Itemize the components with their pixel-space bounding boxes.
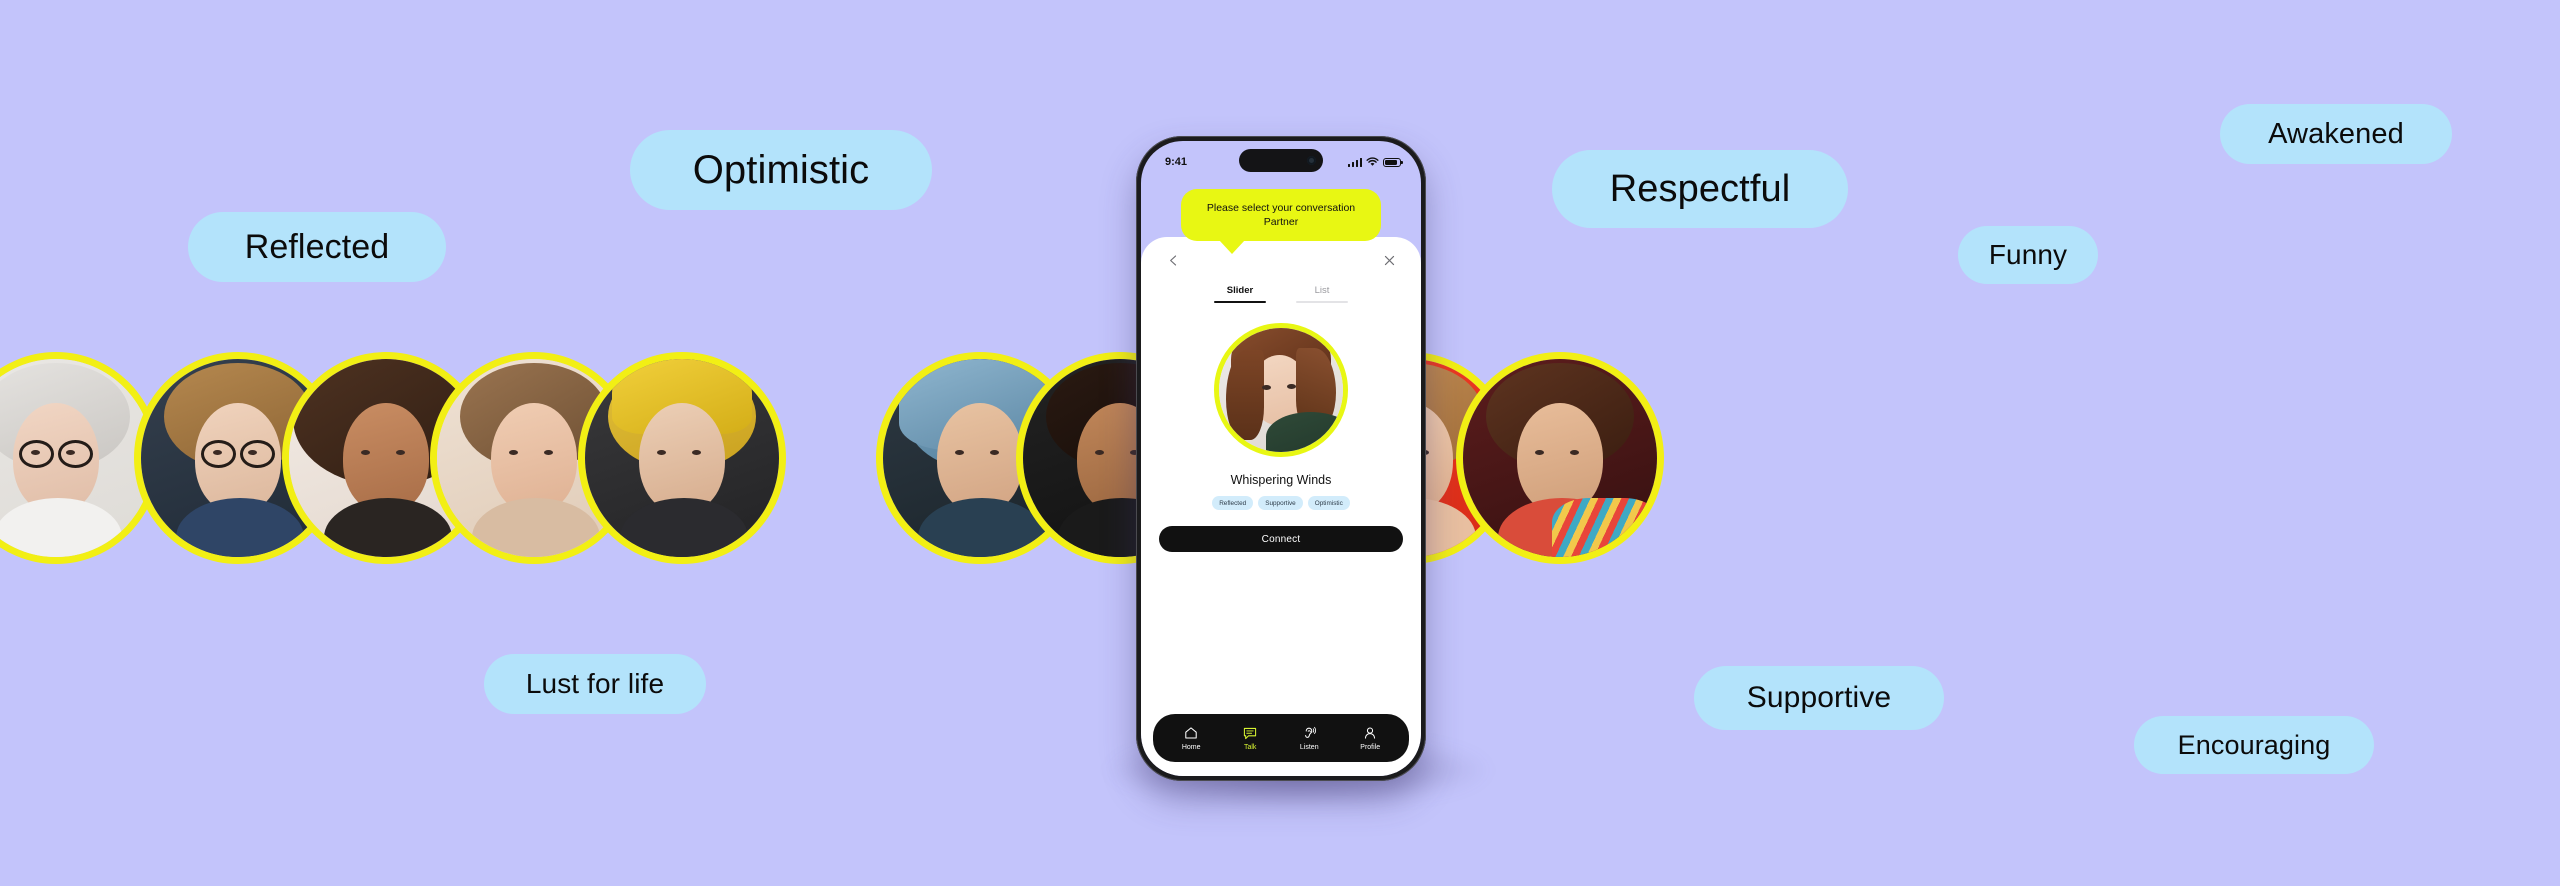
hero-scene: Reflected Optimistic Respectful Awakened Fun… [0,0,2560,886]
home-icon [1185,727,1197,739]
trait-pill-reflected: Reflected [188,212,446,282]
phone-screen: 9:41 Please select your conversation Par [1141,141,1421,776]
trait-pill-optimistic: Optimistic [630,130,932,210]
avatar-photo [1463,359,1657,557]
nav-item-talk[interactable]: Talk [1242,725,1258,751]
selection-sheet: Slider List Whispering Winds Reflected S… [1141,237,1421,776]
partner-chip-reflected: Reflected [1212,496,1254,510]
phone-device: 9:41 Please select your conversation Par [1136,136,1426,781]
sheet-header [1155,237,1407,283]
tooltip-bubble: Please select your conversation Partner [1181,189,1381,255]
carousel-avatar-10[interactable] [1456,352,1664,564]
partner-chip-supportive: Supportive [1258,496,1303,510]
nav-listen-label: Listen [1299,744,1319,751]
wifi-icon [1366,157,1379,166]
nav-profile-label: Profile [1360,744,1381,751]
tab-list-underline [1296,301,1348,303]
bottom-navigation[interactable]: Home Talk Listen Profile [1153,714,1409,762]
partner-trait-chips: Reflected Supportive Optimistic [1155,496,1407,510]
partner-chip-optimistic: Optimistic [1307,496,1350,510]
trait-pill-encouraging: Encouraging [2134,716,2374,774]
avatar-photo [0,359,153,557]
selected-partner-avatar[interactable] [1214,323,1348,457]
signal-bars-icon [1347,157,1362,167]
status-time: 9:41 [1165,156,1188,168]
tab-list[interactable]: List [1296,285,1348,303]
tab-slider[interactable]: Slider [1214,285,1266,303]
battery-icon [1383,157,1403,167]
trait-pill-funny: Funny [1958,226,2098,284]
nav-home-label: Home [1181,744,1201,751]
avatar-photo [585,359,779,557]
front-camera-icon [1307,156,1316,165]
partner-photo [1219,328,1343,452]
tab-slider-underline [1214,301,1266,303]
connect-button[interactable]: Connect [1159,526,1403,552]
nav-item-profile[interactable]: Profile [1360,725,1380,751]
tooltip-text: Please select your conversation Partner [1206,202,1356,229]
trait-pill-respectful: Respectful [1552,150,1848,228]
tab-slider-label: Slider [1226,285,1254,296]
view-mode-tabs[interactable]: Slider List [1155,285,1407,303]
trait-pill-awakened: Awakened [2220,104,2452,164]
tab-list-label: List [1314,285,1330,296]
person-icon [1365,727,1376,739]
chevron-left-icon[interactable] [1161,248,1185,272]
nav-item-home[interactable]: Home [1182,725,1201,751]
partner-name: Whispering Winds [1230,473,1332,487]
close-icon[interactable] [1377,248,1401,272]
trait-pill-lust-for-life: Lust for life [484,654,706,714]
nav-item-listen[interactable]: Listen [1300,725,1319,751]
status-bar: 9:41 [1141,141,1421,175]
ear-icon [1305,726,1317,738]
nav-talk-label: Talk [1243,744,1257,751]
chat-icon [1244,727,1257,740]
carousel-avatar-5[interactable] [578,352,786,564]
dynamic-island [1239,149,1323,172]
trait-pill-supportive: Supportive [1694,666,1944,730]
